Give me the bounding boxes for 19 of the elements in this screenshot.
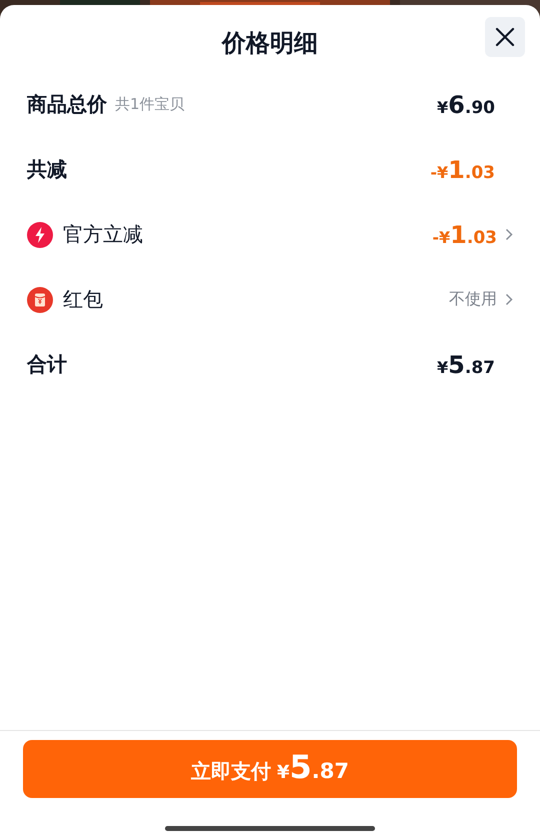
price-value: -¥1.03 <box>430 156 495 184</box>
row-label: 官方立减 <box>63 221 143 248</box>
envelope-icon <box>27 286 53 312</box>
chevron-right-icon[interactable] <box>505 293 513 306</box>
row-label: 共减 <box>27 156 67 183</box>
price-value: -¥1.03 <box>432 220 497 248</box>
sheet-title: 价格明细 <box>222 28 318 59</box>
close-button[interactable] <box>485 17 525 57</box>
price-value: ¥6.90 <box>437 90 495 118</box>
pay-button[interactable]: 立即支付 ¥5.87 <box>23 740 517 798</box>
close-icon <box>495 27 515 47</box>
row-label: 商品总价 <box>27 91 107 118</box>
price-value: ¥5.87 <box>437 350 495 378</box>
row-label: 合计 <box>27 351 67 378</box>
chevron-right-icon[interactable] <box>505 228 513 241</box>
item-count: 共1件宝贝 <box>115 95 185 114</box>
row-label: 红包 <box>63 286 103 313</box>
row-value: 不使用 <box>449 289 497 310</box>
lightning-icon <box>27 222 53 248</box>
